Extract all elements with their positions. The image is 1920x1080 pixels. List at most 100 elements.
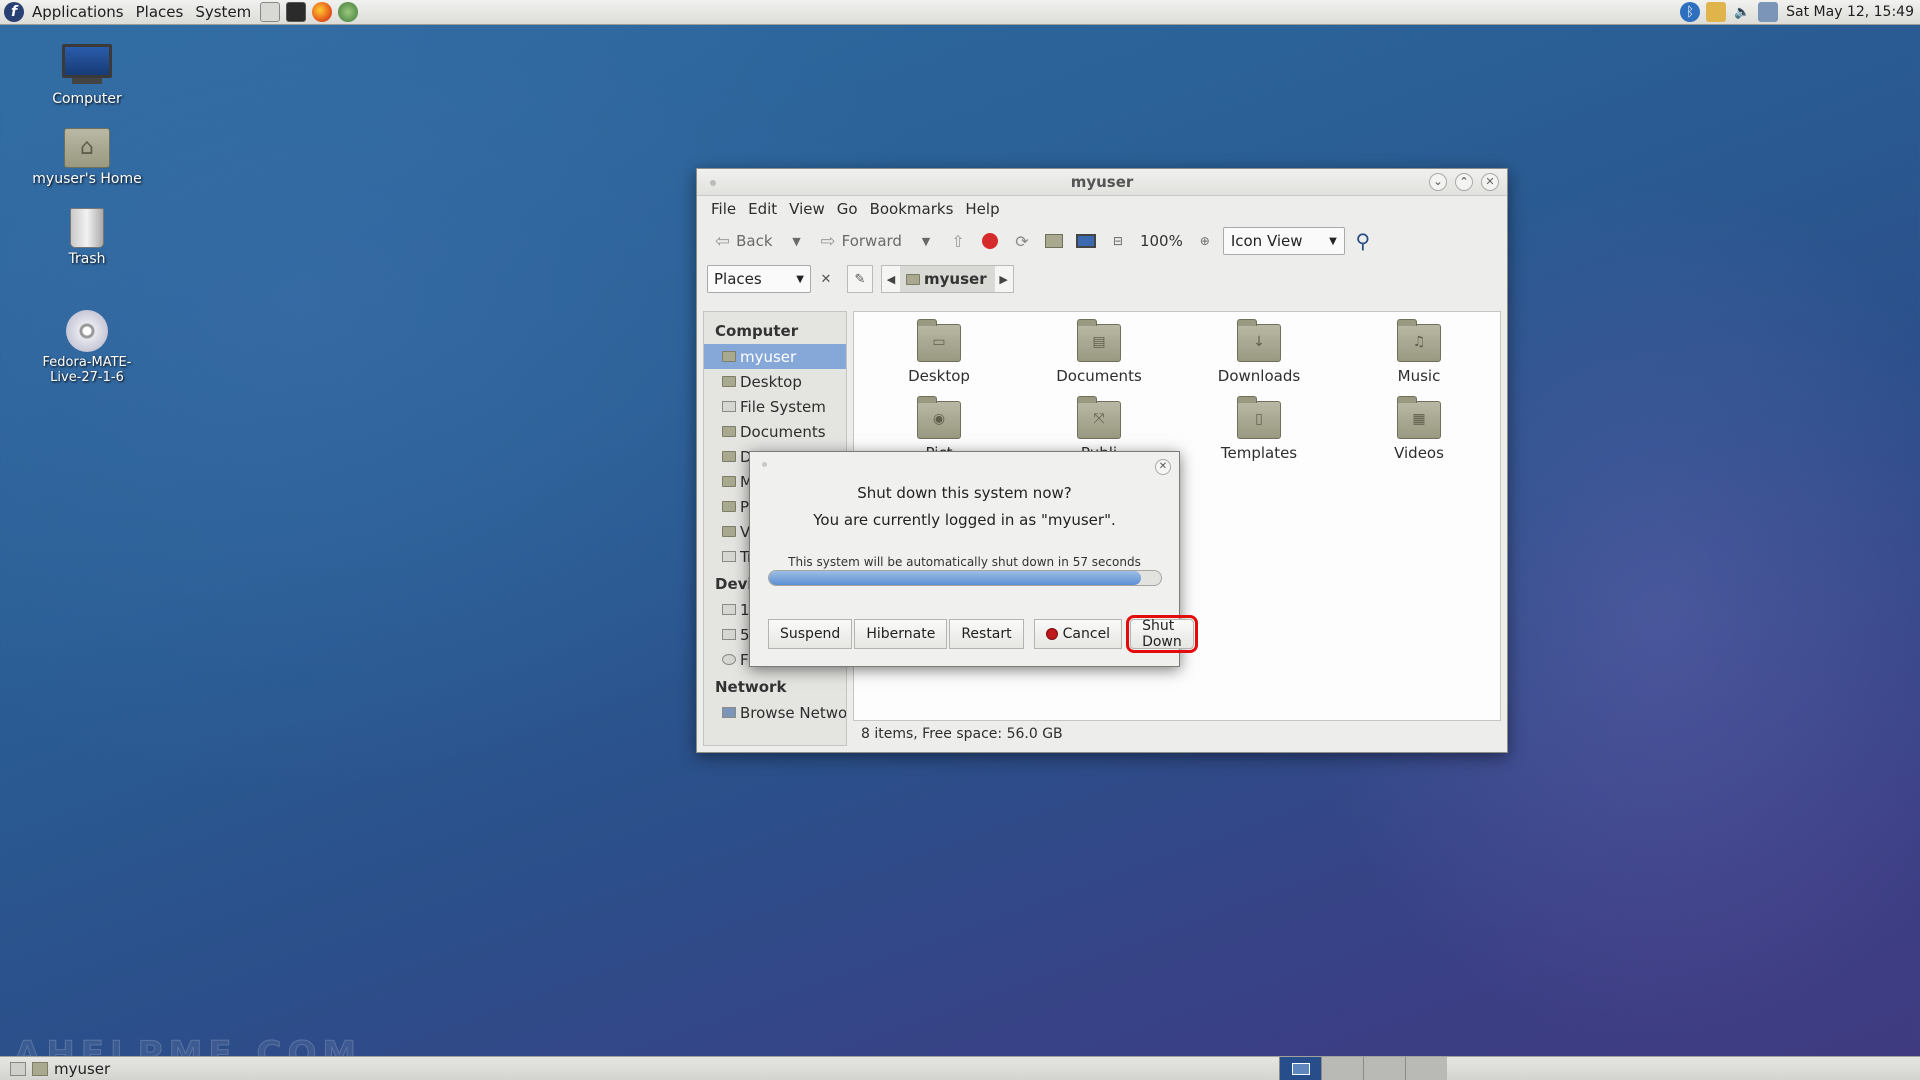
back-arrow-icon: ⇦ xyxy=(715,230,731,252)
text-editor-launcher-icon[interactable] xyxy=(260,2,281,22)
chevron-down-icon: ▼ xyxy=(1329,235,1337,247)
cancel-button[interactable]: Cancel xyxy=(1033,619,1123,649)
sidebar-type-select[interactable]: Places ▼ xyxy=(707,265,811,293)
folder-icon: ⤧ xyxy=(1077,396,1121,439)
shutdown-dialog: ✕ Shut down this system now? You are cur… xyxy=(749,451,1198,667)
workspace-switcher xyxy=(1279,1057,1447,1080)
close-icon[interactable]: ✕ xyxy=(1155,459,1171,475)
menu-bookmarks[interactable]: Bookmarks xyxy=(864,200,960,218)
view-mode-select[interactable]: Icon View ▼ xyxy=(1222,227,1345,255)
restart-button[interactable]: Restart xyxy=(949,619,1024,649)
workspace-3[interactable] xyxy=(1363,1057,1405,1080)
toggle-location-entry-icon[interactable]: ✎ xyxy=(847,265,873,293)
window-titlebar[interactable]: myuser ⌄ ⌃ ✕ xyxy=(697,169,1507,196)
fedora-logo-icon[interactable]: f xyxy=(4,2,24,22)
file-item-downloads[interactable]: ↓ Downloads xyxy=(1194,319,1324,385)
terminal-launcher-icon[interactable] xyxy=(286,2,307,22)
home-icon[interactable] xyxy=(1040,227,1068,255)
network-icon[interactable] xyxy=(1758,2,1779,22)
file-item-desktop[interactable]: ▭ Desktop xyxy=(874,319,1004,385)
suspend-button[interactable]: Suspend xyxy=(768,619,853,649)
close-icon[interactable]: ✕ xyxy=(1481,173,1499,191)
countdown-text: This system will be automatically shut d… xyxy=(788,555,1141,569)
folder-icon: ♫ xyxy=(1397,319,1441,362)
show-desktop-icon[interactable] xyxy=(10,1061,26,1076)
back-label: Back xyxy=(736,232,773,250)
dialog-logged-in-text: You are currently logged in as "myuser". xyxy=(813,511,1116,529)
workspace-2[interactable] xyxy=(1321,1057,1363,1080)
window-menu-icon[interactable] xyxy=(710,180,716,186)
reload-icon[interactable]: ⟳ xyxy=(1008,227,1036,255)
sidebar-item-desktop[interactable]: Desktop xyxy=(704,369,846,394)
desktop-icon-home[interactable]: ⌂ myuser's Home xyxy=(12,128,162,187)
menu-go[interactable]: Go xyxy=(831,200,864,218)
workspace-4[interactable] xyxy=(1405,1057,1447,1080)
desktop-icon-label: Fedora-MATE-Live-27-1-6 xyxy=(42,355,132,385)
home-folder-icon xyxy=(722,351,736,362)
desktop-icon-label: myuser's Home xyxy=(32,171,142,187)
zoom-out-icon[interactable]: ⊟ xyxy=(1104,227,1132,255)
menu-places[interactable]: Places xyxy=(130,0,190,25)
menu-edit[interactable]: Edit xyxy=(742,200,783,218)
progress-fill xyxy=(769,571,1142,585)
bluetooth-icon[interactable]: ᛒ xyxy=(1680,2,1701,22)
status-bar: 8 items, Free space: 56.0 GB xyxy=(861,726,1063,742)
hibernate-button[interactable]: Hibernate xyxy=(854,619,948,649)
desktop-icon-trash[interactable]: Trash xyxy=(12,208,162,267)
forward-history-dropdown-icon[interactable]: ▼ xyxy=(912,227,940,255)
menu-system[interactable]: System xyxy=(189,0,257,25)
up-icon[interactable]: ⇧ xyxy=(944,227,972,255)
search-icon[interactable]: ⚲ xyxy=(1349,227,1377,255)
sidebar-item-myuser[interactable]: myuser xyxy=(704,344,846,369)
sidebar-item-browse-network[interactable]: Browse Network xyxy=(704,700,846,725)
folder-icon: ▦ xyxy=(1397,396,1441,439)
file-item-music[interactable]: ♫ Music xyxy=(1354,319,1484,385)
optical-disc-icon xyxy=(66,310,108,352)
workspace-1[interactable] xyxy=(1279,1057,1321,1080)
maximize-icon[interactable]: ⌃ xyxy=(1455,173,1473,191)
back-button[interactable]: ⇦ Back xyxy=(709,226,779,256)
countdown-progress-bar xyxy=(768,570,1162,586)
taskbar-item-myuser[interactable]: myuser xyxy=(0,1060,110,1078)
mail-launcher-icon[interactable] xyxy=(338,2,359,22)
forward-button[interactable]: ⇨ Forward xyxy=(815,226,908,256)
file-label: Desktop xyxy=(908,367,970,385)
firefox-launcher-icon[interactable] xyxy=(312,2,333,22)
network-icon xyxy=(722,707,736,718)
zoom-in-icon[interactable]: ⊕ xyxy=(1191,227,1219,255)
breadcrumb: ◀ myuser ▶ xyxy=(881,265,1014,293)
file-item-templates[interactable]: ▯ Templates xyxy=(1194,396,1324,462)
disc-icon xyxy=(722,654,736,665)
clock[interactable]: Sat May 12, 15:49 xyxy=(1786,4,1914,20)
menu-file[interactable]: File xyxy=(705,200,742,218)
breadcrumb-item-myuser[interactable]: myuser xyxy=(900,266,995,292)
back-history-dropdown-icon[interactable]: ▼ xyxy=(783,227,811,255)
sidebar-item-file-system[interactable]: File System xyxy=(704,394,846,419)
desktop-icon-disc[interactable]: Fedora-MATE-Live-27-1-6 xyxy=(12,310,162,385)
dialog-buttons: Suspend Hibernate Restart Cancel Shut Do… xyxy=(768,615,1198,653)
sidebar-item-documents[interactable]: Documents xyxy=(704,419,846,444)
shutdown-button[interactable]: Shut Down xyxy=(1126,615,1198,653)
close-sidebar-icon[interactable]: ✕ xyxy=(813,265,839,293)
volume-icon[interactable]: 🔈 xyxy=(1732,2,1752,22)
desktop-icon-computer[interactable]: Computer xyxy=(12,44,162,107)
file-item-videos[interactable]: ▦ Videos xyxy=(1354,396,1484,462)
menu-view[interactable]: View xyxy=(783,200,831,218)
breadcrumb-right-icon[interactable]: ▶ xyxy=(995,273,1013,286)
sidebar-item-label: File System xyxy=(740,397,826,416)
window-menu-icon[interactable] xyxy=(762,462,767,467)
desktop-icon-label: Computer xyxy=(52,91,122,107)
trash-icon xyxy=(722,551,736,562)
computer-icon[interactable] xyxy=(1072,227,1100,255)
stop-icon[interactable] xyxy=(976,227,1004,255)
desktop-icon-label: Trash xyxy=(68,251,106,267)
updates-icon[interactable] xyxy=(1706,2,1727,22)
menu-help[interactable]: Help xyxy=(959,200,1005,218)
computer-icon xyxy=(62,44,112,88)
folder-icon: ▭ xyxy=(917,319,961,362)
file-item-documents[interactable]: ▤ Documents xyxy=(1034,319,1164,385)
minimize-icon[interactable]: ⌄ xyxy=(1429,173,1447,191)
menu-applications[interactable]: Applications xyxy=(26,0,130,25)
file-label: Documents xyxy=(1056,367,1142,385)
breadcrumb-left-icon[interactable]: ◀ xyxy=(882,273,900,286)
